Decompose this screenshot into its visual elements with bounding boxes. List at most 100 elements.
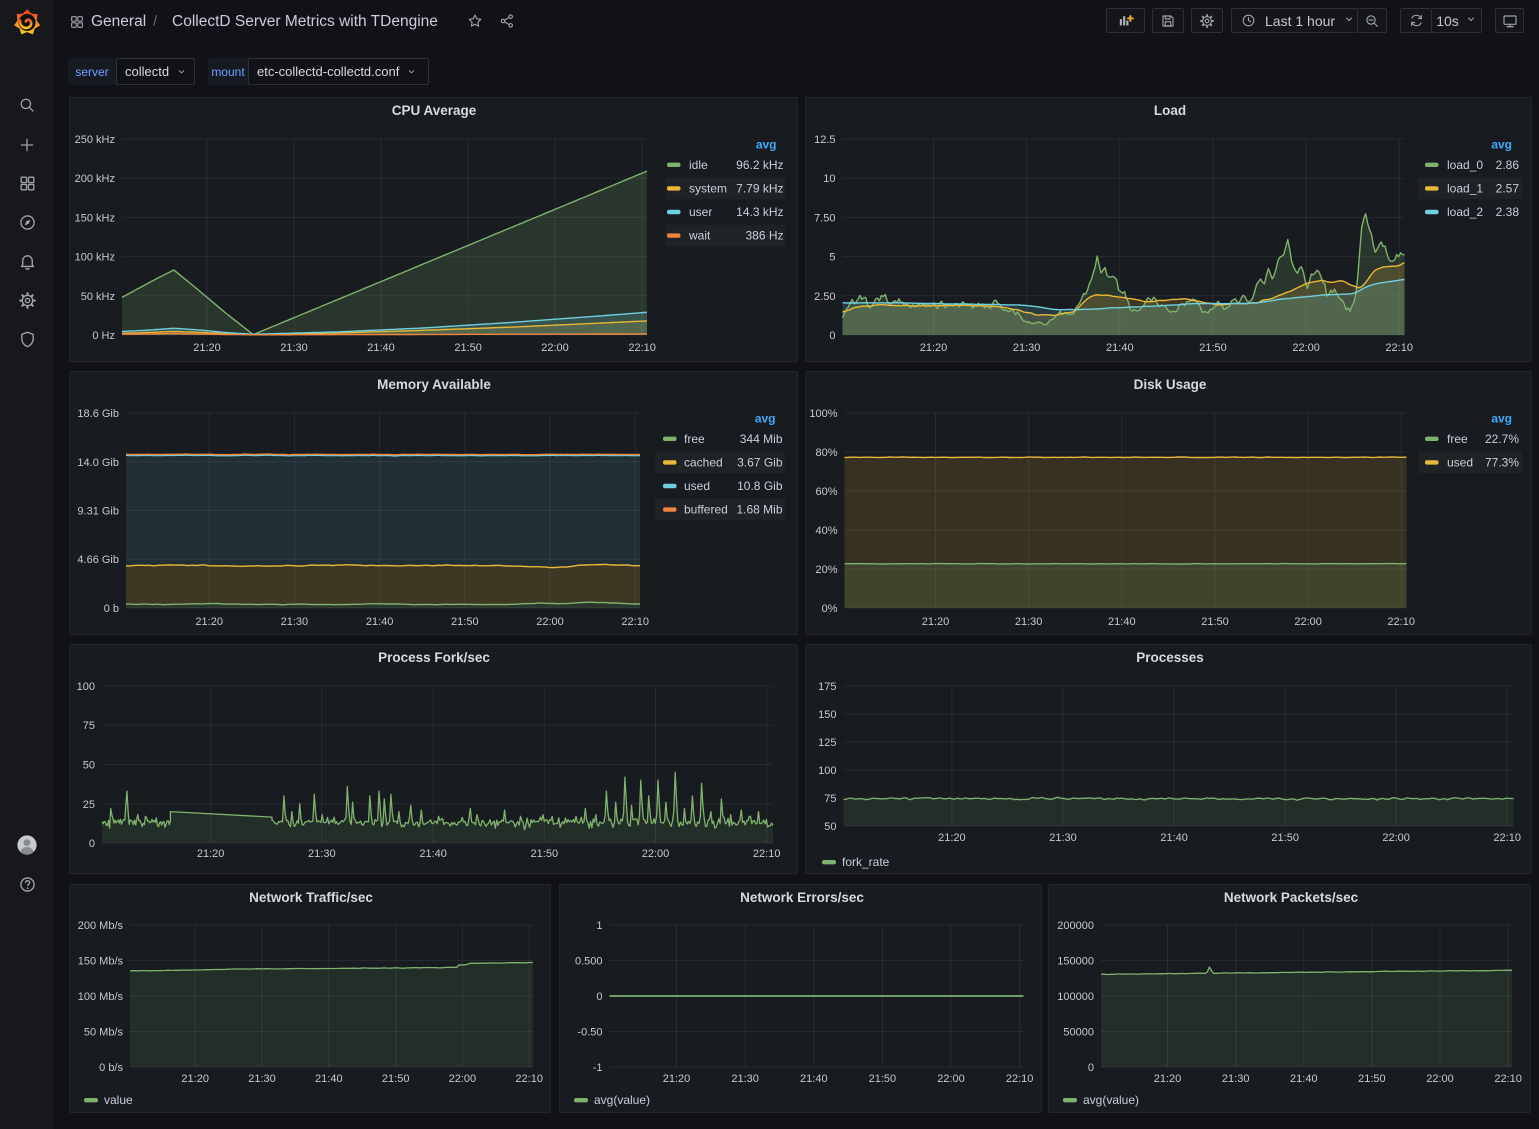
svg-text:22:10: 22:10 xyxy=(753,848,781,860)
svg-text:avg: avg xyxy=(1491,412,1512,426)
svg-text:user: user xyxy=(689,205,712,219)
svg-text:21:30: 21:30 xyxy=(248,1073,276,1085)
svg-text:21:50: 21:50 xyxy=(451,616,479,628)
svg-text:2.50: 2.50 xyxy=(814,291,835,303)
svg-text:avg: avg xyxy=(756,138,777,152)
svg-text:22:10: 22:10 xyxy=(1005,1073,1033,1085)
svg-text:avg(value): avg(value) xyxy=(1083,1093,1139,1107)
svg-text:100: 100 xyxy=(818,765,836,777)
svg-text:Network Traffic/sec: Network Traffic/sec xyxy=(249,890,373,905)
svg-text:1: 1 xyxy=(596,920,602,932)
svg-text:14.0 Gib: 14.0 Gib xyxy=(77,457,119,469)
svg-text:21:30: 21:30 xyxy=(1222,1073,1250,1085)
svg-text:0: 0 xyxy=(1088,1062,1094,1074)
svg-text:21:30: 21:30 xyxy=(280,342,308,354)
svg-text:200 Mb/s: 200 Mb/s xyxy=(78,920,124,932)
svg-text:Load: Load xyxy=(1153,103,1185,118)
svg-text:21:30: 21:30 xyxy=(1012,342,1040,354)
svg-text:21:20: 21:20 xyxy=(662,1073,690,1085)
svg-text:21:50: 21:50 xyxy=(382,1073,410,1085)
svg-text:50000: 50000 xyxy=(1063,1027,1094,1039)
svg-text:21:40: 21:40 xyxy=(367,342,395,354)
svg-text:22:10: 22:10 xyxy=(621,616,649,628)
svg-text:75: 75 xyxy=(824,793,836,805)
svg-text:21:20: 21:20 xyxy=(938,832,966,844)
svg-text:3.67 Gib: 3.67 Gib xyxy=(737,455,783,469)
svg-text:22:00: 22:00 xyxy=(937,1073,965,1085)
svg-text:22:10: 22:10 xyxy=(1493,832,1521,844)
svg-text:21:30: 21:30 xyxy=(308,848,336,860)
svg-text:Disk Usage: Disk Usage xyxy=(1133,377,1206,392)
svg-text:21:20: 21:20 xyxy=(1154,1073,1182,1085)
svg-text:21:50: 21:50 xyxy=(531,848,559,860)
svg-text:Process Fork/sec: Process Fork/sec xyxy=(378,650,490,665)
svg-text:free: free xyxy=(1447,432,1468,446)
svg-text:Memory Available: Memory Available xyxy=(377,377,491,392)
svg-text:5: 5 xyxy=(829,252,835,264)
svg-text:1.68 Mib: 1.68 Mib xyxy=(736,503,782,517)
svg-text:used: used xyxy=(1447,455,1473,469)
svg-text:344 Mib: 344 Mib xyxy=(740,432,783,446)
svg-text:12.5: 12.5 xyxy=(814,134,835,146)
svg-text:21:20: 21:20 xyxy=(197,848,225,860)
svg-text:0: 0 xyxy=(596,991,602,1003)
svg-text:21:20: 21:20 xyxy=(181,1073,209,1085)
svg-text:386 Hz: 386 Hz xyxy=(745,229,783,243)
svg-text:21:50: 21:50 xyxy=(1358,1073,1386,1085)
svg-text:18.6 Gib: 18.6 Gib xyxy=(77,408,119,420)
svg-text:21:40: 21:40 xyxy=(366,616,394,628)
svg-text:wait: wait xyxy=(688,229,711,243)
svg-text:21:20: 21:20 xyxy=(919,342,947,354)
svg-text:22:00: 22:00 xyxy=(1382,832,1410,844)
svg-text:22:00: 22:00 xyxy=(1294,616,1322,628)
svg-text:10.8 Gib: 10.8 Gib xyxy=(737,479,783,493)
svg-text:200 kHz: 200 kHz xyxy=(75,173,115,185)
svg-text:system: system xyxy=(689,181,727,195)
svg-text:0: 0 xyxy=(89,838,95,850)
svg-text:77.3%: 77.3% xyxy=(1484,455,1518,469)
svg-text:Network Packets/sec: Network Packets/sec xyxy=(1224,890,1359,905)
svg-text:22:00: 22:00 xyxy=(536,616,564,628)
svg-text:Processes: Processes xyxy=(1136,650,1204,665)
svg-text:-1: -1 xyxy=(592,1062,602,1074)
svg-text:0 b/s: 0 b/s xyxy=(99,1062,123,1074)
svg-text:21:30: 21:30 xyxy=(281,616,309,628)
svg-text:175: 175 xyxy=(818,681,836,693)
svg-text:22:00: 22:00 xyxy=(541,342,569,354)
svg-text:2.38: 2.38 xyxy=(1495,205,1519,219)
svg-text:50 kHz: 50 kHz xyxy=(81,291,115,303)
svg-text:avg: avg xyxy=(755,412,776,426)
svg-text:21:30: 21:30 xyxy=(1014,616,1042,628)
svg-text:CPU Average: CPU Average xyxy=(392,103,477,118)
svg-text:21:50: 21:50 xyxy=(1201,616,1229,628)
svg-text:80%: 80% xyxy=(815,447,837,459)
svg-text:21:40: 21:40 xyxy=(1106,342,1134,354)
svg-text:96.2 kHz: 96.2 kHz xyxy=(736,158,783,172)
svg-text:load_2: load_2 xyxy=(1447,205,1483,219)
svg-text:60%: 60% xyxy=(815,486,837,498)
svg-text:75: 75 xyxy=(83,720,95,732)
svg-text:100 Mb/s: 100 Mb/s xyxy=(78,991,124,1003)
svg-text:100: 100 xyxy=(77,681,95,693)
svg-text:150: 150 xyxy=(818,709,836,721)
svg-text:2.86: 2.86 xyxy=(1495,158,1519,172)
svg-text:0 Hz: 0 Hz xyxy=(92,330,115,342)
svg-text:used: used xyxy=(684,479,710,493)
svg-text:buffered: buffered xyxy=(684,503,728,517)
svg-text:0 b: 0 b xyxy=(104,603,119,615)
svg-text:21:50: 21:50 xyxy=(454,342,482,354)
svg-text:10: 10 xyxy=(823,173,835,185)
svg-text:100000: 100000 xyxy=(1057,991,1094,1003)
svg-text:22:10: 22:10 xyxy=(628,342,656,354)
svg-text:50: 50 xyxy=(824,821,836,833)
svg-text:22:00: 22:00 xyxy=(1292,342,1320,354)
svg-text:20%: 20% xyxy=(815,564,837,576)
svg-text:22:10: 22:10 xyxy=(515,1073,543,1085)
svg-text:21:50: 21:50 xyxy=(1199,342,1227,354)
svg-text:2.57: 2.57 xyxy=(1495,181,1519,195)
svg-text:0: 0 xyxy=(829,330,835,342)
svg-text:22:00: 22:00 xyxy=(642,848,670,860)
svg-text:22.7%: 22.7% xyxy=(1484,432,1518,446)
svg-text:21:30: 21:30 xyxy=(731,1073,759,1085)
svg-text:22:10: 22:10 xyxy=(1494,1073,1522,1085)
